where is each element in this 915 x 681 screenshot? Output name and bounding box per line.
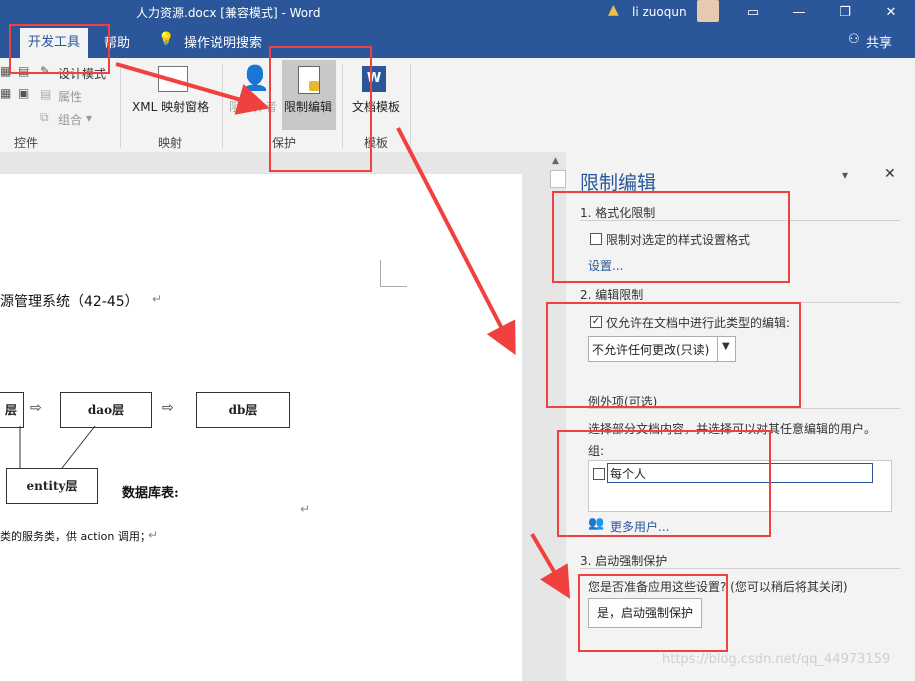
- watermark: https://blog.csdn.net/qq_44973159: [662, 652, 891, 667]
- arrow-to-enforcement: [530, 532, 571, 599]
- arrow-to-restrict-editing: [115, 62, 270, 115]
- arrow-to-pane: [396, 127, 516, 356]
- annotation-arrows: [115, 62, 571, 599]
